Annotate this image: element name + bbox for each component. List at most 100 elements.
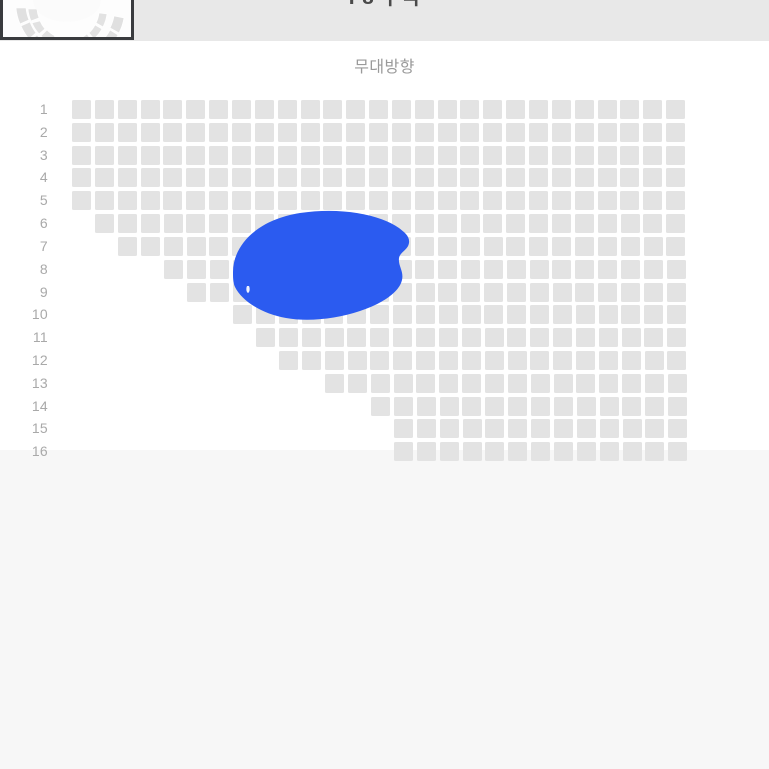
seat[interactable] — [508, 374, 527, 393]
seat[interactable] — [232, 146, 251, 165]
seat[interactable] — [460, 123, 479, 142]
seat[interactable] — [392, 168, 411, 187]
seat[interactable] — [485, 397, 504, 416]
seat[interactable] — [440, 442, 459, 461]
seat[interactable] — [325, 351, 344, 370]
seat[interactable] — [186, 100, 205, 119]
seat[interactable] — [369, 191, 388, 210]
seat[interactable] — [575, 191, 594, 210]
seat[interactable] — [232, 214, 251, 233]
seat[interactable] — [302, 351, 321, 370]
seat[interactable] — [460, 146, 479, 165]
seat[interactable] — [209, 191, 228, 210]
seat[interactable] — [483, 146, 502, 165]
seat[interactable] — [485, 351, 504, 370]
seat[interactable] — [666, 100, 685, 119]
seat[interactable] — [186, 123, 205, 142]
seat[interactable] — [324, 260, 343, 279]
seat[interactable] — [163, 191, 182, 210]
seat[interactable] — [163, 146, 182, 165]
seat[interactable] — [529, 237, 548, 256]
seat[interactable] — [554, 419, 573, 438]
seat[interactable] — [416, 374, 435, 393]
seat[interactable] — [255, 191, 274, 210]
seat[interactable] — [347, 328, 366, 347]
seat[interactable] — [531, 419, 550, 438]
seat[interactable] — [369, 237, 388, 256]
seat[interactable] — [438, 283, 457, 302]
seat[interactable] — [621, 283, 640, 302]
seat[interactable] — [392, 100, 411, 119]
seat[interactable] — [530, 283, 549, 302]
seat[interactable] — [209, 123, 228, 142]
seat[interactable] — [553, 328, 572, 347]
seat[interactable] — [552, 260, 571, 279]
seat[interactable] — [644, 260, 663, 279]
seat[interactable] — [462, 328, 481, 347]
seat[interactable] — [210, 283, 229, 302]
seat[interactable] — [141, 123, 160, 142]
seat[interactable] — [301, 214, 320, 233]
seat[interactable] — [644, 328, 663, 347]
seat[interactable] — [529, 214, 548, 233]
seat[interactable] — [620, 168, 639, 187]
seat[interactable] — [645, 397, 664, 416]
seat[interactable] — [187, 283, 206, 302]
seat[interactable] — [417, 419, 436, 438]
seat[interactable] — [483, 100, 502, 119]
seat[interactable] — [576, 328, 595, 347]
seat[interactable] — [416, 328, 435, 347]
seat[interactable] — [644, 237, 663, 256]
seat[interactable] — [232, 168, 251, 187]
seat[interactable] — [369, 146, 388, 165]
seat[interactable] — [118, 191, 137, 210]
seat[interactable] — [438, 191, 457, 210]
seat[interactable] — [645, 374, 664, 393]
seat[interactable] — [255, 100, 274, 119]
seat[interactable] — [484, 260, 503, 279]
seat[interactable] — [438, 214, 457, 233]
seat[interactable] — [415, 123, 434, 142]
seat[interactable] — [620, 191, 639, 210]
seat[interactable] — [600, 419, 619, 438]
seat[interactable] — [369, 100, 388, 119]
seat[interactable] — [508, 397, 527, 416]
seat[interactable] — [666, 214, 685, 233]
seat[interactable] — [552, 237, 571, 256]
seat[interactable] — [232, 191, 251, 210]
seat[interactable] — [460, 168, 479, 187]
seat[interactable] — [598, 146, 617, 165]
seat[interactable] — [371, 374, 390, 393]
seat[interactable] — [667, 351, 686, 370]
seat[interactable] — [623, 419, 642, 438]
seat[interactable] — [439, 374, 458, 393]
seat[interactable] — [530, 328, 549, 347]
seat[interactable] — [508, 419, 527, 438]
seat[interactable] — [506, 214, 525, 233]
seat[interactable] — [255, 123, 274, 142]
seat[interactable] — [323, 123, 342, 142]
seat[interactable] — [278, 214, 297, 233]
seat[interactable] — [438, 260, 457, 279]
seat[interactable] — [278, 100, 297, 119]
seat[interactable] — [622, 351, 641, 370]
seat[interactable] — [644, 283, 663, 302]
seat[interactable] — [347, 260, 366, 279]
seat[interactable] — [462, 397, 481, 416]
seat[interactable] — [599, 374, 618, 393]
seat[interactable] — [554, 442, 573, 461]
seat[interactable] — [279, 328, 298, 347]
seat[interactable] — [233, 283, 252, 302]
seat[interactable] — [278, 146, 297, 165]
seat[interactable] — [462, 351, 481, 370]
seat[interactable] — [552, 100, 571, 119]
seat[interactable] — [667, 305, 686, 324]
seat[interactable] — [460, 191, 479, 210]
seat[interactable] — [577, 442, 596, 461]
seat[interactable] — [621, 305, 640, 324]
seat[interactable] — [348, 374, 367, 393]
seat[interactable] — [233, 305, 252, 324]
seat[interactable] — [552, 123, 571, 142]
seat[interactable] — [438, 168, 457, 187]
seat[interactable] — [645, 419, 664, 438]
